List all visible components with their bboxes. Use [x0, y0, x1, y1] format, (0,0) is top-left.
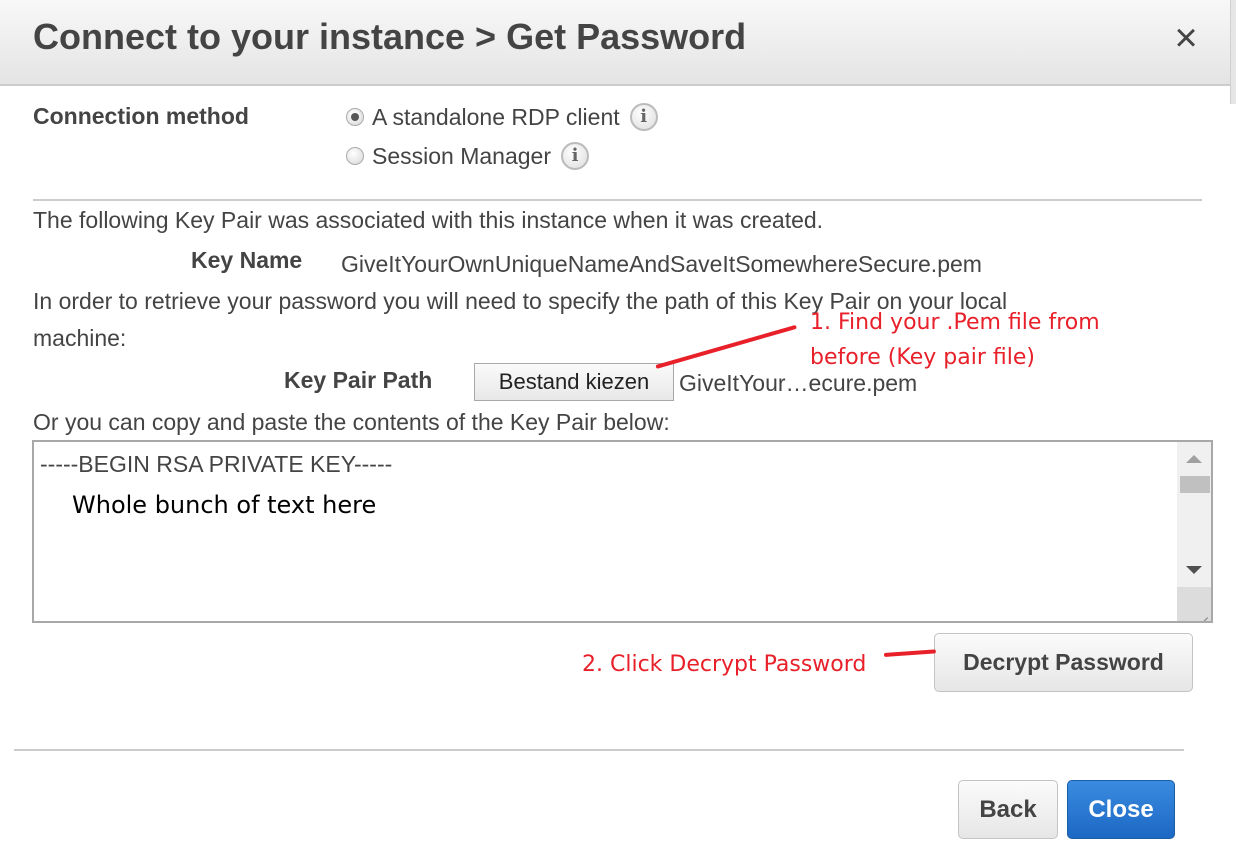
scroll-thumb[interactable]	[1180, 476, 1210, 493]
annotation-step1-line1: 1. Find your .Pem file from	[810, 310, 1100, 335]
info-icon[interactable]: i	[629, 103, 658, 131]
scrollbar-edge	[1230, 0, 1236, 104]
key-name-label: Key Name	[191, 247, 303, 273]
key-pair-path-label: Key Pair Path	[284, 367, 433, 393]
annotation-arrow-line-1	[655, 324, 797, 369]
key-pair-intro: The following Key Pair was associated wi…	[33, 207, 824, 233]
decrypt-password-button[interactable]: Decrypt Password	[934, 633, 1193, 692]
textarea-begin-line: -----BEGIN RSA PRIVATE KEY-----	[40, 451, 393, 477]
key-name-value: GiveItYourOwnUniqueNameAndSaveItSomewher…	[341, 251, 982, 277]
radio-option-rdp[interactable]: A standalone RDP client i	[346, 103, 658, 131]
scroll-down-arrow-icon[interactable]	[1186, 566, 1202, 574]
choose-file-button[interactable]: Bestand kiezen	[474, 363, 674, 401]
chosen-file-name: GiveItYour…ecure.pem	[679, 370, 918, 396]
close-icon[interactable]: ×	[1168, 18, 1204, 58]
resize-grip-icon[interactable]	[1177, 587, 1211, 621]
info-icon[interactable]: i	[561, 142, 589, 170]
annotation-step2: 2. Click Decrypt Password	[582, 652, 867, 677]
path-instructions-line2: machine:	[33, 325, 127, 351]
radio-button-session-manager[interactable]	[346, 147, 364, 165]
footer-divider	[14, 749, 1184, 751]
radio-label-rdp: A standalone RDP client	[372, 103, 620, 130]
close-button[interactable]: Close	[1067, 780, 1175, 839]
scroll-up-arrow-icon[interactable]	[1186, 455, 1202, 463]
connection-method-label: Connection method	[33, 103, 249, 129]
radio-option-session-manager[interactable]: Session Manager i	[346, 142, 589, 170]
section-divider	[33, 199, 1202, 201]
dialog-header: Connect to your instance > Get Password …	[0, 0, 1230, 86]
dialog-title: Connect to your instance > Get Password	[33, 16, 747, 57]
annotation-step1-line2: before (Key pair file)	[810, 345, 1035, 370]
back-button[interactable]: Back	[958, 780, 1058, 839]
radio-label-session-manager: Session Manager	[372, 142, 551, 169]
radio-button-rdp[interactable]	[346, 108, 364, 126]
paste-instructions: Or you can copy and paste the contents o…	[33, 409, 670, 435]
key-pair-textarea[interactable]: -----BEGIN RSA PRIVATE KEY----- Whole bu…	[32, 440, 1213, 623]
textarea-scrollbar[interactable]	[1177, 442, 1211, 621]
textarea-placeholder-note: Whole bunch of text here	[72, 491, 377, 519]
annotation-arrow-line-2	[883, 649, 937, 657]
